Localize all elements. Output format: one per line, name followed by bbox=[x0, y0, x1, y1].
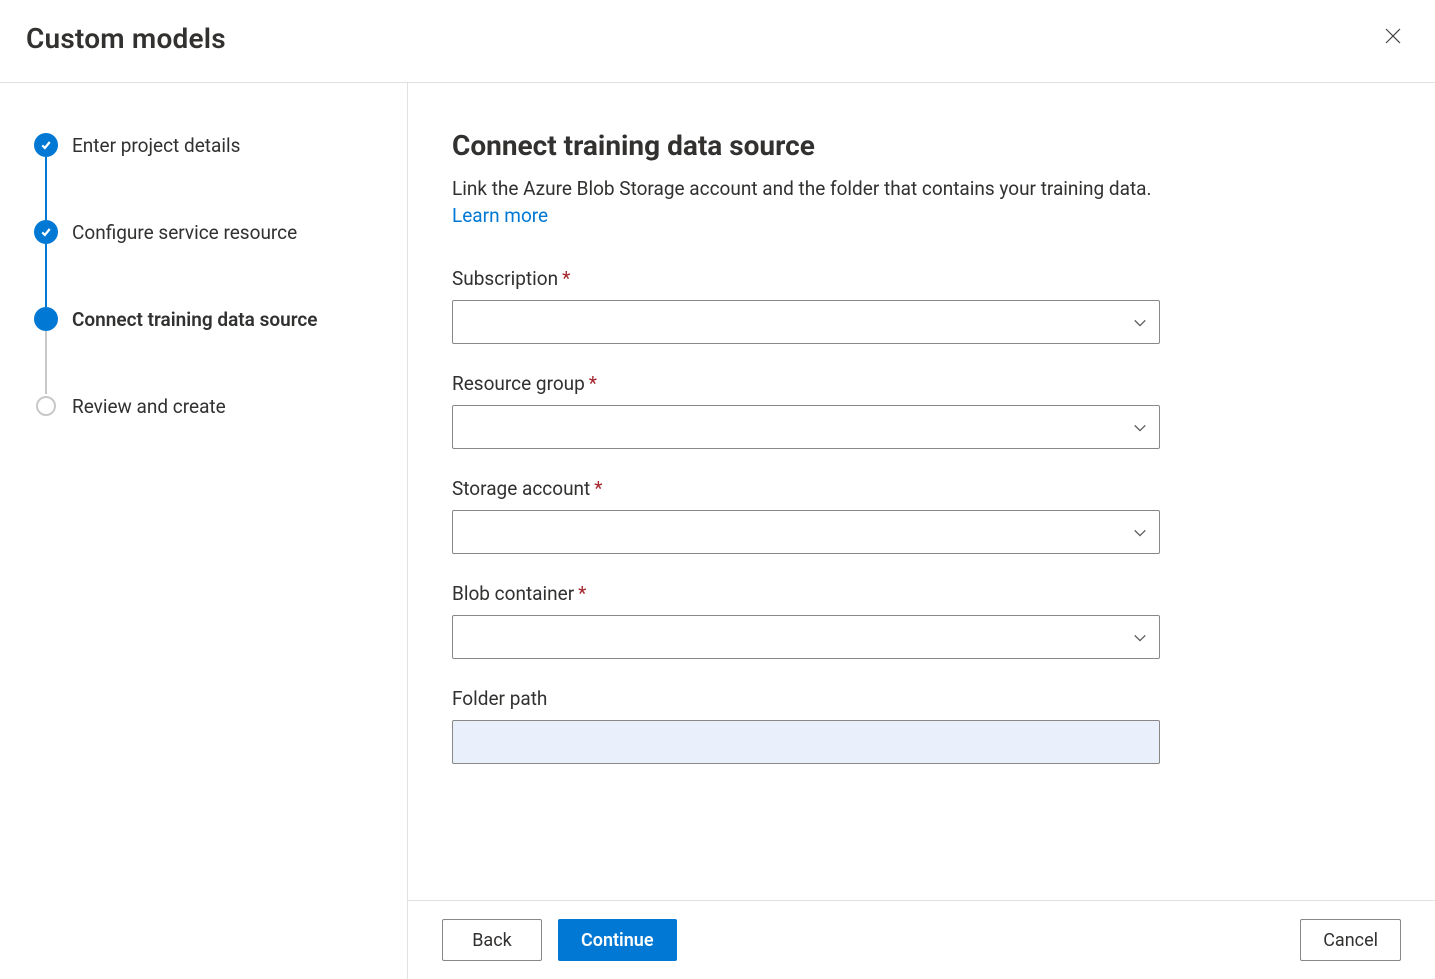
wizard-step-label: Configure service resource bbox=[72, 221, 297, 244]
field-label: Subscription* bbox=[452, 267, 1160, 290]
wizard-step-review-and-create[interactable]: Review and create bbox=[34, 394, 377, 418]
label-text: Folder path bbox=[452, 687, 547, 710]
field-subscription: Subscription* bbox=[452, 267, 1160, 344]
panel-title: Custom models bbox=[26, 22, 226, 55]
subtitle-text: Link the Azure Blob Storage account and … bbox=[452, 177, 1152, 200]
folder-path-input[interactable] bbox=[452, 720, 1160, 764]
check-circle-icon bbox=[34, 133, 58, 157]
required-asterisk: * bbox=[562, 267, 570, 290]
back-button[interactable]: Back bbox=[442, 919, 542, 961]
check-circle-icon bbox=[34, 220, 58, 244]
cancel-button[interactable]: Cancel bbox=[1300, 919, 1401, 961]
wizard-step-configure-service-resource[interactable]: Configure service resource bbox=[34, 220, 377, 244]
close-icon bbox=[1385, 28, 1401, 48]
resource-group-select[interactable] bbox=[452, 405, 1160, 449]
wizard-footer: Back Continue Cancel bbox=[408, 900, 1435, 979]
page-title: Connect training data source bbox=[452, 129, 1391, 162]
chevron-down-icon bbox=[1133, 525, 1147, 539]
field-folder-path: Folder path bbox=[452, 687, 1160, 764]
required-asterisk: * bbox=[594, 477, 602, 500]
wizard-step-label: Enter project details bbox=[72, 134, 240, 157]
label-text: Resource group bbox=[452, 372, 585, 395]
blob-container-select[interactable] bbox=[452, 615, 1160, 659]
field-label: Folder path bbox=[452, 687, 1160, 710]
wizard-step-connect-training-data-source[interactable]: Connect training data source bbox=[34, 307, 377, 331]
label-text: Storage account bbox=[452, 477, 590, 500]
chevron-down-icon bbox=[1133, 315, 1147, 329]
wizard-step-label: Connect training data source bbox=[72, 308, 318, 331]
continue-button[interactable]: Continue bbox=[558, 919, 677, 961]
wizard-step-label: Review and create bbox=[72, 395, 226, 418]
field-label: Resource group* bbox=[452, 372, 1160, 395]
label-text: Blob container bbox=[452, 582, 574, 605]
panel-header: Custom models bbox=[0, 0, 1435, 83]
learn-more-link[interactable]: Learn more bbox=[452, 204, 548, 227]
field-label: Blob container* bbox=[452, 582, 1160, 605]
label-text: Subscription bbox=[452, 267, 558, 290]
field-blob-container: Blob container* bbox=[452, 582, 1160, 659]
pending-step-icon bbox=[36, 396, 56, 416]
wizard-step-enter-project-details[interactable]: Enter project details bbox=[34, 133, 377, 157]
required-asterisk: * bbox=[589, 372, 597, 395]
required-asterisk: * bbox=[578, 582, 586, 605]
subscription-select[interactable] bbox=[452, 300, 1160, 344]
wizard-steps-sidebar: Enter project details Configure service … bbox=[0, 83, 408, 979]
field-storage-account: Storage account* bbox=[452, 477, 1160, 554]
main-content: Connect training data source Link the Az… bbox=[408, 83, 1435, 979]
chevron-down-icon bbox=[1133, 630, 1147, 644]
field-label: Storage account* bbox=[452, 477, 1160, 500]
chevron-down-icon bbox=[1133, 420, 1147, 434]
field-resource-group: Resource group* bbox=[452, 372, 1160, 449]
storage-account-select[interactable] bbox=[452, 510, 1160, 554]
page-subtitle: Link the Azure Blob Storage account and … bbox=[452, 176, 1172, 229]
current-step-icon bbox=[34, 307, 58, 331]
close-button[interactable] bbox=[1375, 20, 1411, 56]
